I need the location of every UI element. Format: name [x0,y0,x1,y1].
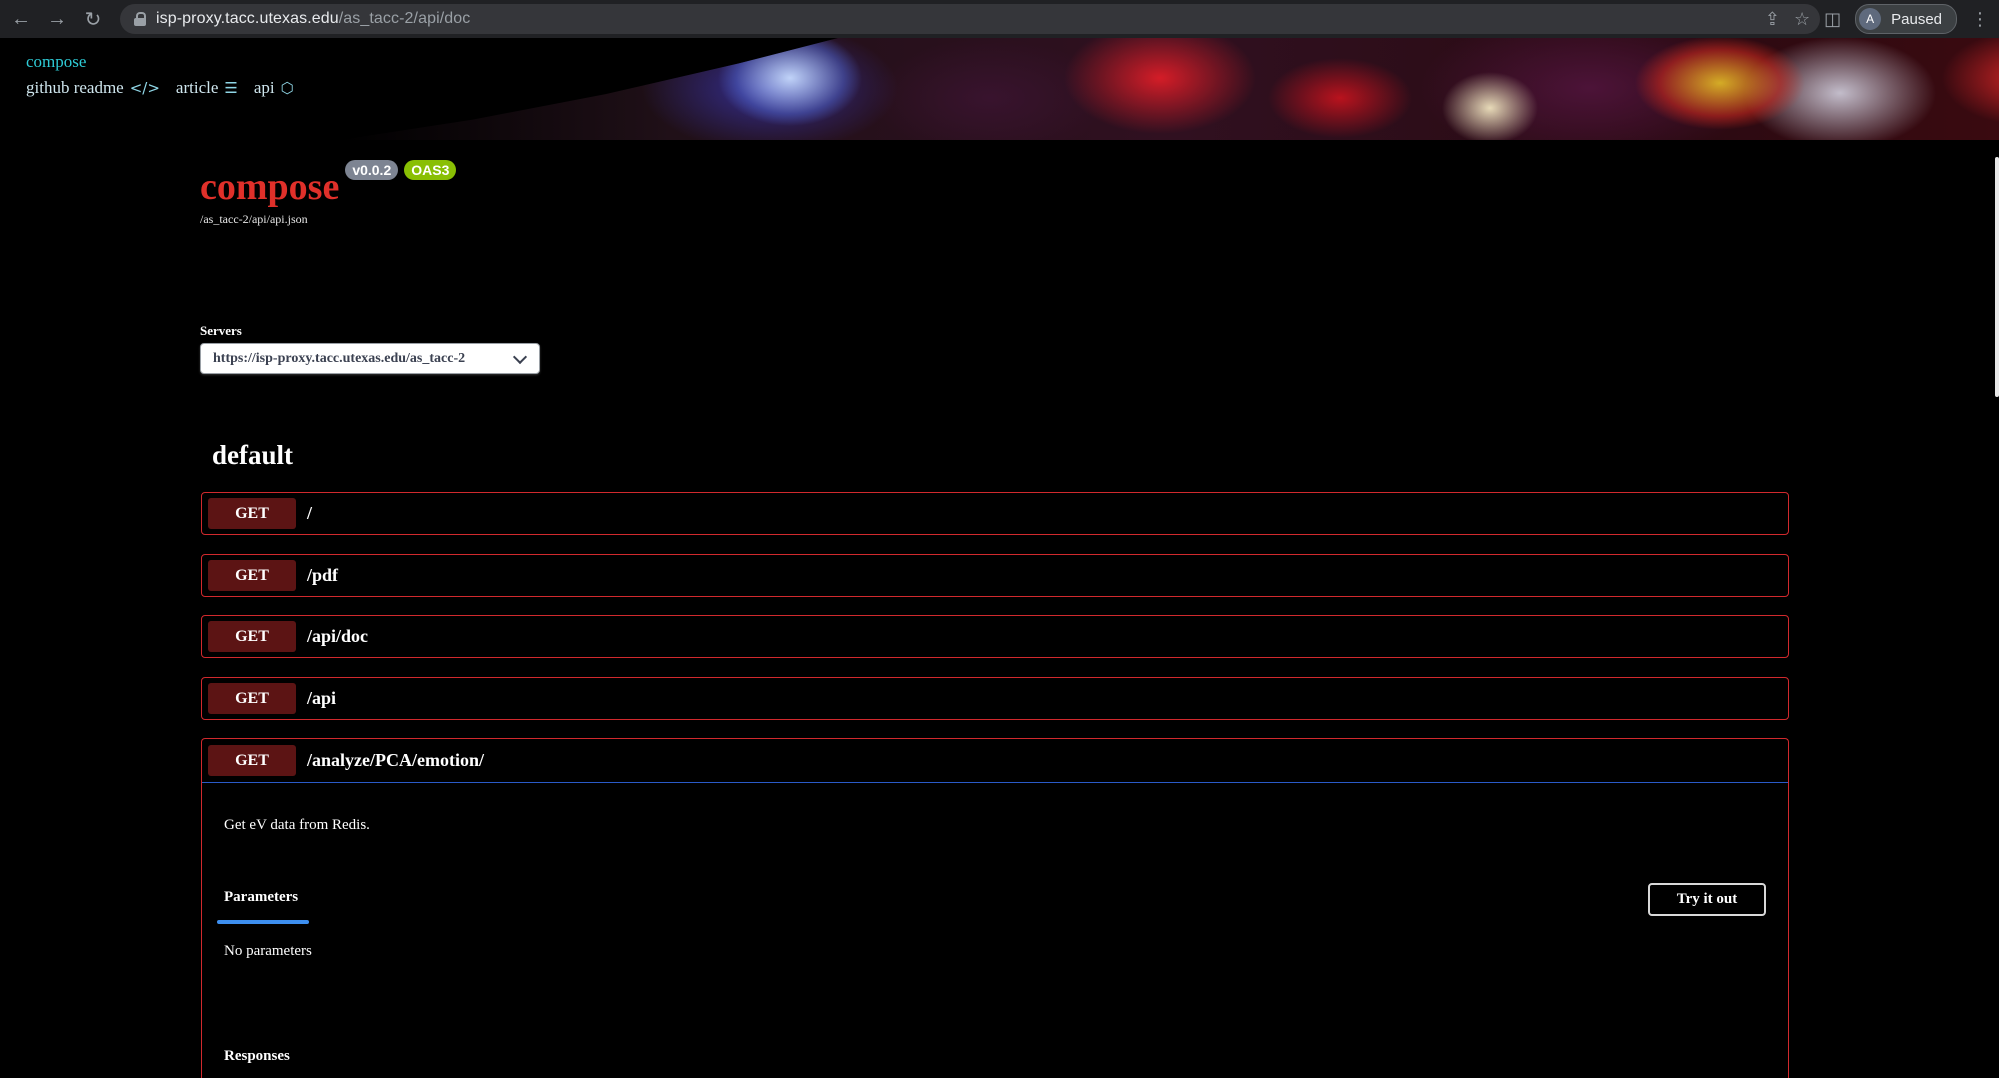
bookmark-star-icon[interactable]: ☆ [1794,9,1810,30]
lock-icon [134,12,146,26]
nav-label: api [253,78,275,97]
address-bar[interactable]: isp-proxy.tacc.utexas.edu/as_tacc-2/api/… [120,4,1820,34]
method-badge: GET [208,621,296,652]
operation-get-pdf[interactable]: GET /pdf [201,554,1789,597]
nav-api[interactable]: api ⬡ [254,78,294,98]
operation-path: /api [307,688,337,708]
operation-header[interactable]: GET /analyze/PCA/emotion/ [202,739,1788,783]
tag-title-default[interactable]: default [212,440,293,471]
try-it-out-button[interactable]: Try it out [1648,883,1766,916]
forward-arrow-icon[interactable]: → [42,4,72,34]
side-panel-icon[interactable]: ◫ [1824,9,1841,30]
server-select[interactable]: https://isp-proxy.tacc.utexas.edu/as_tac… [200,343,540,374]
banner: compose github readme </> article ☰ api … [0,38,1999,140]
code-icon: </> [129,79,160,97]
method-badge: GET [208,745,296,776]
avatar: A [1859,8,1882,30]
servers-section: Servers https://isp-proxy.tacc.utexas.ed… [200,323,540,374]
responses-heading: Responses [224,1048,290,1064]
url-text: isp-proxy.tacc.utexas.edu/as_tacc-2/api/… [156,10,470,28]
profile-status: Paused [1891,10,1942,28]
nav-github-readme[interactable]: github readme </> [26,78,160,98]
operation-path: /analyze/PCA/emotion/ [307,750,484,770]
operation-get-api[interactable]: GET /api [201,677,1789,720]
tab-active-indicator [217,920,309,924]
kebab-menu-icon[interactable]: ⋮ [1971,9,1989,30]
nav-label: article [175,78,219,97]
operation-path: /pdf [307,565,339,585]
version-badge: v0.0.2 [345,160,399,180]
back-arrow-icon[interactable]: ← [6,4,36,34]
method-badge: GET [208,498,296,529]
nav-article[interactable]: article ☰ [176,78,238,98]
brand-link[interactable]: compose [26,52,294,72]
oas-badge: OAS3 [404,160,457,180]
profile-button[interactable]: A Paused [1855,4,1957,34]
page-scrollbar[interactable] [1995,157,1999,397]
reload-icon[interactable]: ↻ [78,4,108,34]
method-badge: GET [208,560,296,591]
servers-label: Servers [200,323,242,338]
operation-get-api-doc[interactable]: GET /api/doc [201,615,1789,658]
tab-parameters[interactable]: Parameters [224,889,298,906]
nav-label: github readme [26,78,124,97]
operation-description: Get eV data from Redis. [224,817,370,833]
server-select-value: https://isp-proxy.tacc.utexas.edu/as_tac… [213,350,466,366]
url-path: /as_tacc-2/api/doc [338,10,471,27]
spec-url-link[interactable]: /as_tacc-2/api/api.json [200,212,456,227]
operation-path: /api/doc [307,626,369,646]
operation-path: / [307,503,313,523]
page-title: compose [200,166,340,208]
method-badge: GET [208,683,296,714]
no-parameters-text: No parameters [224,943,312,959]
url-host: isp-proxy.tacc.utexas.edu [156,10,339,27]
share-icon[interactable]: ⇪ [1765,9,1780,30]
site-nav: compose github readme </> article ☰ api … [26,52,294,98]
chevron-down-icon [512,349,528,364]
list-icon: ☰ [224,79,238,97]
operation-get-analyze-pca-emotion: GET /analyze/PCA/emotion/ Get eV data fr… [201,738,1789,1078]
browser-toolbar: ← → ↻ isp-proxy.tacc.utexas.edu/as_tacc-… [0,0,1999,38]
api-info: compose v0.0.2 OAS3 /as_tacc-2/api/api.j… [200,160,457,227]
operation-get-root[interactable]: GET / [201,492,1789,535]
banner-artwork [340,38,1999,140]
hexagon-icon: ⬡ [280,79,294,97]
